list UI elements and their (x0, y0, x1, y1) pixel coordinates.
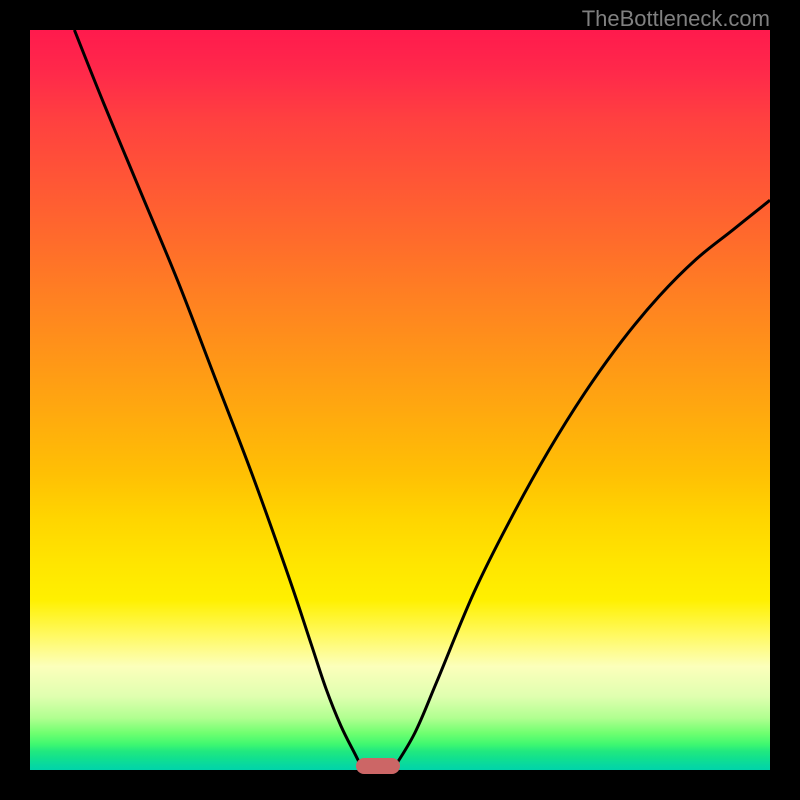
chart-area (30, 30, 770, 770)
curves-overlay (30, 30, 770, 770)
left-curve-path (74, 30, 363, 770)
bottleneck-marker (356, 758, 400, 774)
watermark-text: TheBottleneck.com (582, 6, 770, 32)
right-curve-path (393, 200, 770, 770)
